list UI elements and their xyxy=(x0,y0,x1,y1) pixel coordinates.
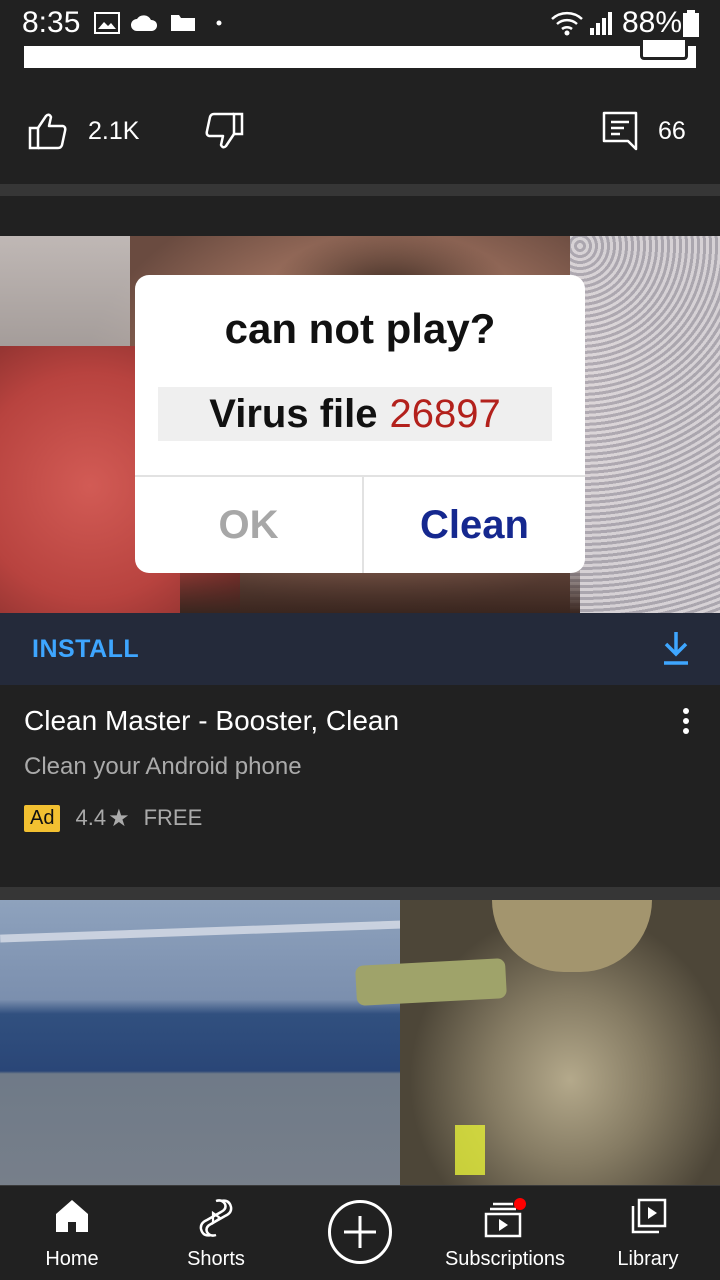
like-button[interactable]: 2.1K xyxy=(28,96,139,166)
battery-icon xyxy=(683,10,699,37)
video-actions: 2.1K 66 xyxy=(0,96,720,166)
install-bar[interactable]: INSTALL xyxy=(0,613,720,685)
folder-icon xyxy=(171,15,195,31)
player-control-edge xyxy=(640,40,688,60)
nav-library[interactable]: Library xyxy=(598,1186,698,1280)
video-thumbnail[interactable] xyxy=(0,900,720,1185)
nav-shorts-label: Shorts xyxy=(187,1248,245,1270)
ad-image-lace xyxy=(570,236,720,613)
dialog-virus-text: Virus file xyxy=(209,391,378,436)
section-divider xyxy=(0,184,720,196)
nav-home[interactable]: Home xyxy=(22,1186,122,1280)
comment-count: 66 xyxy=(658,116,686,145)
wifi-icon xyxy=(551,11,583,36)
nav-shorts[interactable]: Shorts xyxy=(166,1186,266,1280)
home-icon xyxy=(56,1200,88,1232)
ad-title[interactable]: Clean Master - Booster, Clean xyxy=(24,705,399,737)
dialog-title: can not play? xyxy=(224,305,496,352)
create-button[interactable] xyxy=(328,1200,392,1264)
nav-home-label: Home xyxy=(45,1248,99,1270)
ad-subtitle: Clean your Android phone xyxy=(24,753,302,780)
dialog-ok-button[interactable]: OK xyxy=(135,477,362,573)
library-icon xyxy=(631,1198,667,1234)
plus-icon xyxy=(344,1216,376,1248)
nav-library-label: Library xyxy=(617,1248,679,1270)
battery-percent: 88% xyxy=(622,6,683,39)
status-bar: 8:35 88% xyxy=(0,0,720,48)
shorts-icon xyxy=(199,1199,233,1237)
ad-info-row: Ad 4.4 ★ FREE xyxy=(24,804,202,832)
star-icon: ★ xyxy=(108,804,130,832)
more-options-icon[interactable] xyxy=(682,708,690,734)
dialog-virus-number: 26897 xyxy=(389,391,501,436)
dislike-button[interactable] xyxy=(204,96,244,166)
cloud-icon xyxy=(131,15,158,31)
dialog-clean-button[interactable]: Clean xyxy=(364,477,585,573)
dialog-message-box: Virus file 26897 xyxy=(158,387,552,441)
nav-subscriptions[interactable]: Subscriptions xyxy=(430,1186,580,1280)
signal-icon xyxy=(590,12,612,35)
ad-price: FREE xyxy=(143,805,203,830)
subscriptions-icon xyxy=(484,1198,526,1238)
like-count: 2.1K xyxy=(88,116,140,145)
thumbs-down-icon xyxy=(205,112,244,149)
comment-icon xyxy=(602,111,638,151)
thumbnail-flash xyxy=(455,1125,485,1175)
fake-virus-dialog[interactable]: can not play? Virus file 26897 OK Clean xyxy=(135,275,585,573)
gallery-icon xyxy=(94,12,120,34)
status-time: 8:35 xyxy=(22,6,81,39)
video-player-edge xyxy=(24,46,696,68)
thumbs-up-icon xyxy=(28,113,67,150)
nav-subscriptions-label: Subscriptions xyxy=(444,1248,566,1270)
download-icon[interactable] xyxy=(660,630,692,666)
install-label: INSTALL xyxy=(32,635,140,663)
dot-icon xyxy=(216,20,222,26)
ad-badge: Ad xyxy=(24,804,61,832)
thumbnail-launcher xyxy=(355,958,507,1006)
comments-button[interactable]: 66 xyxy=(602,96,686,166)
section-divider-2 xyxy=(0,887,720,900)
ad-rating: 4.4 xyxy=(75,805,107,830)
